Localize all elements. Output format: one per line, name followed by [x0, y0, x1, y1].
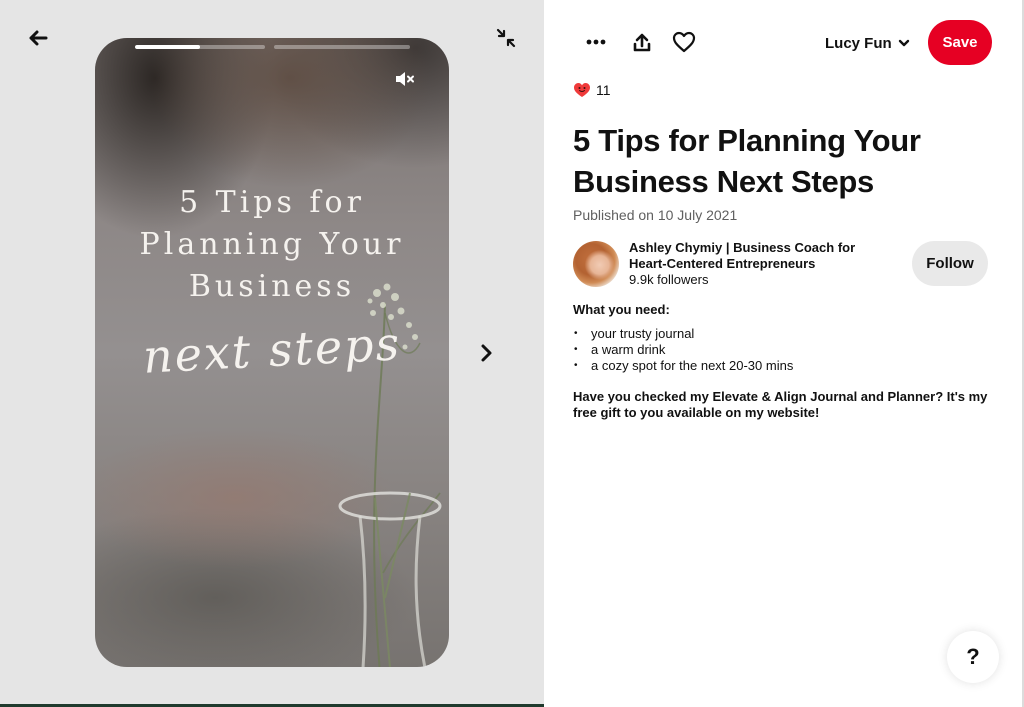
description-heading: What you need: — [573, 302, 670, 317]
pin-description: What you need: your trusty journal a war… — [573, 302, 993, 421]
arrow-left-icon — [29, 30, 48, 46]
reactions[interactable]: 11 — [573, 82, 611, 98]
creator-name-link[interactable]: Ashley Chymiy | Business Coach for Heart… — [629, 240, 869, 272]
published-date: Published on 10 July 2021 — [573, 207, 738, 223]
mute-toggle-button[interactable] — [392, 68, 418, 90]
creator-info: Ashley Chymiy | Business Coach for Heart… — [573, 240, 869, 288]
minimize-button[interactable] — [492, 24, 520, 52]
description-paragraph: Have you checked my Elevate & Align Jour… — [573, 389, 988, 420]
minimize-arrows-icon — [496, 28, 516, 48]
save-button[interactable]: Save — [928, 20, 992, 65]
overlay-text-line: 5 Tips for — [179, 185, 365, 220]
back-button[interactable] — [24, 24, 52, 52]
overlay-text-line: Business — [188, 269, 356, 304]
speaker-muted-icon — [396, 72, 414, 86]
description-list-item: a warm drink — [573, 342, 993, 358]
more-options-button[interactable] — [580, 26, 612, 58]
pin-video[interactable]: 5 Tips for Planning Your Business next s… — [95, 38, 449, 667]
heart-outline-icon — [672, 31, 696, 53]
ellipsis-icon — [586, 39, 606, 45]
follower-count: 9.9k followers — [629, 272, 709, 287]
next-page-button[interactable] — [474, 340, 500, 366]
chevron-down-icon — [898, 39, 909, 47]
board-name: Lucy Fun — [825, 34, 892, 52]
chevron-right-icon — [481, 344, 492, 362]
overlay-text-line: Planning Your — [139, 227, 405, 262]
creator-avatar[interactable] — [573, 241, 619, 287]
board-selector-dropdown[interactable]: Lucy Fun — [825, 30, 910, 56]
share-button[interactable] — [626, 26, 658, 58]
glass-vase-illustration — [338, 491, 442, 667]
description-list: your trusty journal a warm drink a cozy … — [573, 326, 993, 374]
pin-details-panel: Lucy Fun Save 11 5 Tips for Planning You… — [544, 0, 1022, 707]
reaction-count: 11 — [596, 82, 611, 98]
share-upload-icon — [633, 33, 651, 52]
pin-title: 5 Tips for Planning Your Business Next S… — [573, 123, 921, 199]
heart-smile-emoji-icon — [574, 83, 590, 97]
description-list-item: your trusty journal — [573, 326, 993, 342]
description-list-item: a cozy spot for the next 20-30 mins — [573, 358, 993, 374]
like-button[interactable] — [668, 26, 700, 58]
story-progress-bar — [135, 45, 265, 49]
story-progress-fill — [135, 45, 200, 49]
follow-button[interactable]: Follow — [912, 241, 988, 286]
story-progress-bar — [274, 45, 410, 49]
help-button[interactable]: ? — [947, 631, 999, 683]
media-viewer-panel: 5 Tips for Planning Your Business next s… — [0, 0, 544, 707]
